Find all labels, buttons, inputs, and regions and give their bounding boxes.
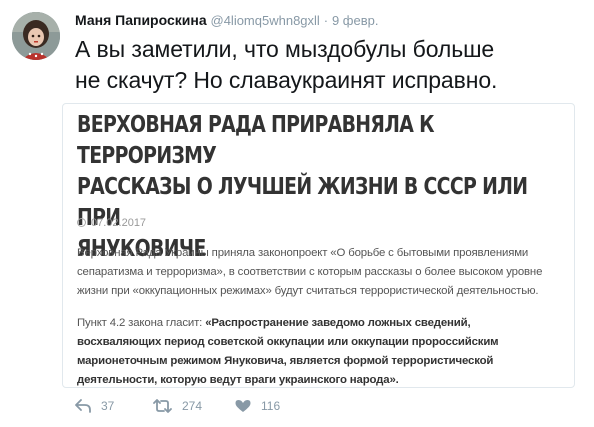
article-paragraph: Верховная Рада Украины приняла законопро… [77, 244, 567, 301]
tweet-text-line: А вы заметили, что мыздобулы больше [75, 36, 495, 62]
article-date-text: 07.02.2017 [91, 217, 147, 229]
quote-intro: Пункт 4.2 закона гласит: [77, 317, 206, 329]
quote-text: восхваляющих период советской оккупации … [77, 336, 499, 348]
tweet: Маня Папироскина @4liomq5whn8gxll · 9 фе… [0, 0, 594, 427]
retweet-count: 274 [182, 399, 203, 413]
paragraph-line: восхваляющих период советской оккупации … [77, 333, 567, 352]
paragraph-line: деятельности, которую ведут враги украин… [77, 371, 567, 390]
paragraph-line: Верховная Рада Украины приняла законопро… [77, 247, 529, 259]
headline-line: РАССКАЗЫ О ЛУЧШЕЙ ЖИЗНИ В СССР ИЛИ ПРИ [77, 174, 528, 231]
tweet-text-line: не скачут? Но славаукраинят исправно. [75, 67, 498, 93]
article-headline: ВЕРХОВНАЯ РАДА ПРИРАВНЯЛА К ТЕРРОРИЗМУ Р… [77, 110, 569, 265]
like-button[interactable]: 116 [235, 399, 280, 413]
retweet-icon [153, 399, 172, 413]
paragraph-line: жизни при «оккупационных режимах» будут … [77, 285, 539, 297]
paragraph-line: сепаратизма и терроризма», в соответстви… [77, 266, 543, 278]
avatar-image [12, 12, 60, 60]
tweet-header: Маня Папироскина @4liomq5whn8gxll · 9 фе… [75, 12, 378, 28]
article-quote-paragraph: Пункт 4.2 закона гласит: «Распространени… [77, 314, 567, 390]
quote-text: марионеточным режимом Януковича, являетс… [77, 355, 494, 367]
tweet-text: А вы заметили, что мыздобулы больше не с… [75, 34, 585, 96]
like-count: 116 [261, 399, 281, 413]
clock-icon [77, 218, 86, 227]
paragraph-line: марионеточным режимом Януковича, являетс… [77, 352, 567, 371]
tweet-date[interactable]: 9 февр. [332, 13, 379, 28]
paragraph-line: Пункт 4.2 закона гласит: «Распространени… [77, 314, 567, 333]
avatar[interactable] [12, 12, 60, 60]
author-handle[interactable]: @4liomq5whn8gxll [211, 13, 320, 28]
reply-icon [75, 399, 91, 413]
article-date: 07.02.2017 [77, 217, 146, 229]
heart-icon [235, 400, 251, 412]
retweet-button[interactable]: 274 [153, 399, 202, 413]
quote-text: «Распространение заведомо ложных сведени… [205, 317, 471, 329]
author-name[interactable]: Маня Папироскина [75, 12, 207, 28]
quote-text: деятельности, которую ведут враги украин… [77, 374, 399, 386]
reply-button[interactable]: 37 [75, 399, 114, 413]
reply-count: 37 [101, 399, 115, 413]
article-card[interactable]: ВЕРХОВНАЯ РАДА ПРИРАВНЯЛА К ТЕРРОРИЗМУ Р… [62, 103, 575, 388]
separator: · [323, 13, 329, 28]
headline-line: ВЕРХОВНАЯ РАДА ПРИРАВНЯЛА К ТЕРРОРИЗМУ [77, 112, 435, 169]
